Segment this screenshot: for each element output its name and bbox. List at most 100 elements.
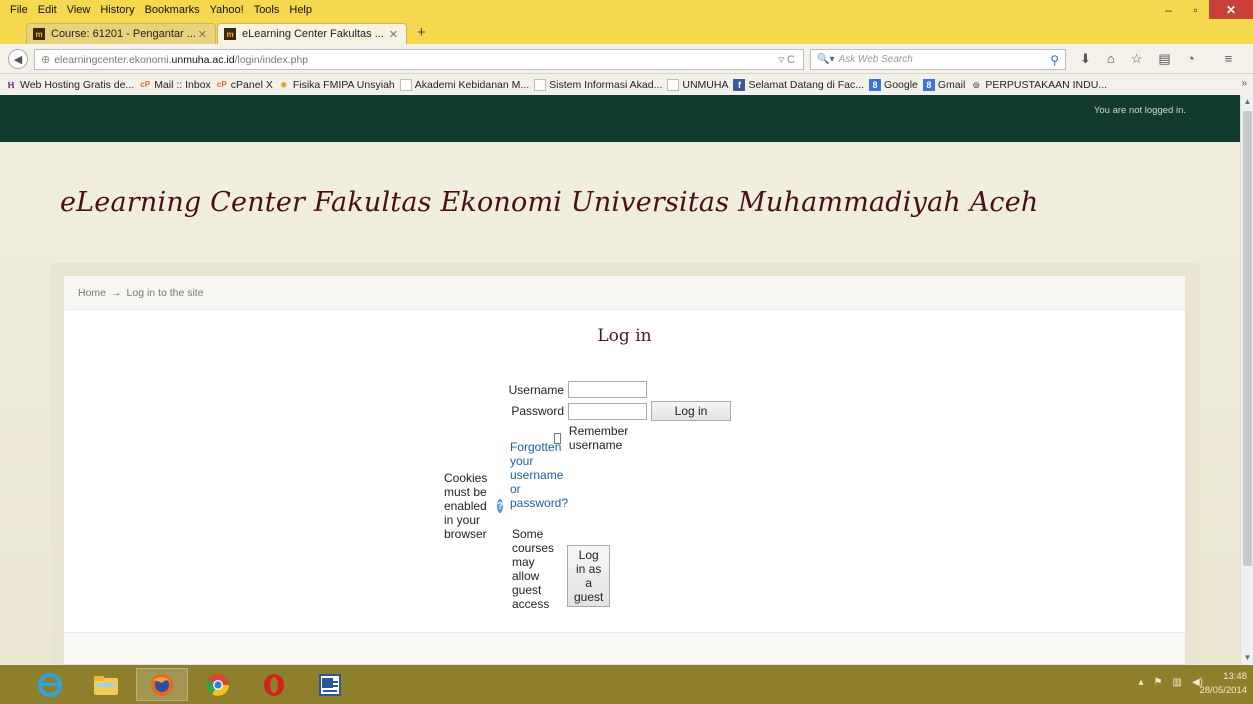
login-card: Home → Log in to the site Log in Usernam… bbox=[63, 275, 1186, 665]
address-bar[interactable]: ⊕ elearningcenter.ekonomi. unmuha.ac.id/l… bbox=[34, 49, 804, 70]
bookmark-label: Google bbox=[884, 78, 918, 91]
menu-bookmarks[interactable]: Bookmarks bbox=[145, 4, 200, 16]
menu-view[interactable]: View bbox=[67, 4, 91, 16]
bookmark-item[interactable]: ✹ Fisika FMIPA Unsyiah bbox=[278, 79, 395, 91]
tab-elearning[interactable]: m eLearning Center Fakultas ... ✕ bbox=[217, 23, 407, 44]
login-status: You are not logged in. bbox=[1093, 105, 1186, 116]
url-prefix: elearningcenter.ekonomi. bbox=[54, 53, 172, 66]
tab-close-icon[interactable]: ✕ bbox=[198, 28, 207, 41]
bookmark-label: Web Hosting Gratis de... bbox=[20, 78, 135, 91]
bookmark-item[interactable]: Akademi Kebidanan M... bbox=[399, 78, 530, 91]
cookies-notice: Cookies must be enabled in your browser bbox=[444, 471, 488, 541]
breadcrumb-current: Log in to the site bbox=[126, 286, 204, 299]
url-domain: unmuha.ac.id bbox=[171, 53, 235, 66]
scroll-thumb[interactable] bbox=[1243, 111, 1252, 566]
site-topbar: You are not logged in. bbox=[0, 95, 1240, 142]
cpanel-icon: cP bbox=[140, 79, 151, 89]
search-input[interactable]: 🔍▾ Ask Web Search ⚲ bbox=[810, 49, 1066, 70]
taskbar-firefox[interactable] bbox=[136, 668, 188, 701]
navigation-bar: ◀ ⊕ elearningcenter.ekonomi. unmuha.ac.id… bbox=[0, 44, 1253, 74]
new-tab-button[interactable]: + bbox=[417, 24, 426, 41]
system-clock[interactable]: 13:48 28/05/2014 bbox=[1199, 670, 1247, 698]
taskbar-opera[interactable] bbox=[248, 668, 300, 701]
menu-icon[interactable]: ≡ bbox=[1225, 51, 1233, 67]
bookmark-label: Fisika FMIPA Unsyiah bbox=[292, 78, 395, 91]
reload-icon[interactable]: ▿ C bbox=[778, 53, 795, 66]
page-icon bbox=[399, 78, 412, 91]
home-icon[interactable]: ⌂ bbox=[1107, 51, 1115, 67]
network-icon[interactable]: ▥ bbox=[1173, 677, 1182, 688]
username-label: Username bbox=[508, 382, 564, 397]
menu-edit[interactable]: Edit bbox=[38, 4, 57, 16]
bookmark-label: Akademi Kebidanan M... bbox=[414, 78, 530, 91]
tab-course[interactable]: m Course: 61201 - Pengantar ... ✕ bbox=[26, 23, 216, 44]
menu-yahoo[interactable]: Yahoo! bbox=[210, 4, 244, 16]
taskbar-word[interactable] bbox=[304, 668, 356, 701]
login-button[interactable]: Log in bbox=[651, 401, 731, 421]
breadcrumb-separator: → bbox=[111, 286, 122, 299]
close-button[interactable]: ✕ bbox=[1209, 0, 1253, 19]
facebook-icon: f bbox=[733, 78, 746, 91]
tab-label: eLearning Center Fakultas ... bbox=[242, 28, 384, 40]
scroll-up-icon[interactable]: ▲ bbox=[1241, 95, 1253, 109]
help-icon[interactable]: ? bbox=[497, 499, 504, 513]
download-icon[interactable]: ⬇ bbox=[1080, 51, 1091, 67]
moodle-favicon-icon: m bbox=[33, 28, 45, 40]
bookmark-item[interactable]: f Selamat Datang di Fac... bbox=[733, 78, 864, 91]
bookmark-item[interactable]: cP cPanel X bbox=[216, 79, 273, 91]
bookmark-item[interactable]: cP Mail :: Inbox bbox=[139, 79, 211, 91]
password-label: Password bbox=[511, 404, 564, 418]
bookmark-star-icon[interactable]: ☆ bbox=[1131, 51, 1143, 67]
more-bookmarks-icon[interactable]: » bbox=[1241, 78, 1247, 89]
tray-expand-icon[interactable]: ▴ bbox=[1139, 677, 1144, 688]
bookmark-label: cPanel X bbox=[230, 78, 273, 91]
scroll-down-icon[interactable]: ▼ bbox=[1241, 651, 1253, 665]
web-page: You are not logged in. eLearning Center … bbox=[0, 95, 1240, 665]
search-engine-icon[interactable]: 🔍▾ bbox=[817, 54, 834, 65]
page-icon bbox=[667, 78, 680, 91]
back-arrow-icon: ◀ bbox=[13, 53, 23, 66]
back-button[interactable]: ◀ bbox=[8, 49, 28, 69]
username-input[interactable] bbox=[568, 381, 647, 398]
breadcrumb: Home → Log in to the site bbox=[64, 276, 1185, 310]
taskbar-explorer[interactable] bbox=[80, 668, 132, 701]
minimize-button[interactable]: – bbox=[1155, 0, 1182, 19]
search-icon[interactable]: ⚲ bbox=[1050, 53, 1059, 67]
forgot-password-link[interactable]: Forgotten your username or password? bbox=[510, 440, 568, 510]
menu-history[interactable]: History bbox=[100, 4, 134, 16]
menu-tools[interactable]: Tools bbox=[254, 4, 280, 16]
guest-login-button[interactable]: Log in as a guest bbox=[567, 545, 611, 607]
bookmark-item[interactable]: 8 Google bbox=[869, 78, 918, 91]
taskbar-ie[interactable] bbox=[24, 668, 76, 701]
university-logo-icon: ✹ bbox=[280, 79, 288, 90]
globe-icon: ⊕ bbox=[41, 54, 51, 66]
bookmark-item[interactable]: Sistem Informasi Akad... bbox=[534, 78, 662, 91]
page-icon bbox=[534, 78, 547, 91]
login-heading: Log in bbox=[597, 326, 652, 346]
remember-username-label: Remember username bbox=[568, 424, 629, 452]
toolbar-icons: ⬇ ⌂ ☆ ▤ ◔ ≡ bbox=[1080, 51, 1232, 67]
menu-help[interactable]: Help bbox=[289, 4, 312, 16]
password-input[interactable] bbox=[568, 402, 647, 420]
action-center-flag-icon[interactable]: ⚑ bbox=[1154, 677, 1163, 688]
bookmarks-menu-icon[interactable]: ▤ bbox=[1158, 51, 1170, 67]
bookmark-item[interactable]: UNMUHA bbox=[667, 78, 728, 91]
tab-close-icon[interactable]: ✕ bbox=[389, 28, 398, 41]
window-controls: – ▫ ✕ bbox=[1155, 0, 1253, 19]
restore-button[interactable]: ▫ bbox=[1182, 0, 1209, 19]
windows-taskbar: ▴ ⚑ ▥ ◀) 13:48 28/05/2014 bbox=[0, 665, 1253, 704]
taskbar-chrome[interactable] bbox=[192, 668, 244, 701]
bookmark-item[interactable]: ⊜ PERPUSTAKAAN INDU... bbox=[970, 78, 1108, 91]
page-scrollbar[interactable]: ▲ ▼ bbox=[1240, 95, 1253, 665]
breadcrumb-home[interactable]: Home bbox=[78, 287, 106, 299]
site-title[interactable]: eLearning Center Fakultas Ekonomi Univer… bbox=[60, 187, 1039, 218]
bookmark-item[interactable]: Ⲏ Web Hosting Gratis de... bbox=[5, 79, 134, 91]
clock-date: 28/05/2014 bbox=[1199, 685, 1247, 696]
chrome-icon bbox=[206, 673, 229, 696]
bookmark-label: PERPUSTAKAAN INDU... bbox=[985, 78, 1108, 91]
gmail-icon: 8 bbox=[922, 78, 935, 91]
moodle-favicon-icon: m bbox=[224, 28, 236, 40]
addon-icon[interactable]: ◔ bbox=[1187, 51, 1195, 67]
menu-file[interactable]: File bbox=[10, 4, 28, 16]
bookmark-item[interactable]: 8 Gmail bbox=[922, 78, 965, 91]
